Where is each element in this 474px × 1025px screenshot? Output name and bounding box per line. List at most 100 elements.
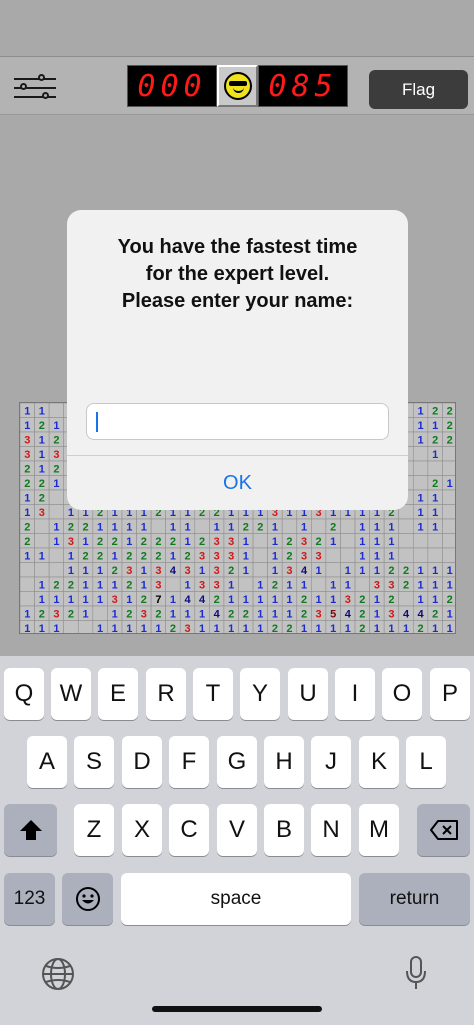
key-x[interactable]: X bbox=[122, 804, 162, 856]
board-cell[interactable] bbox=[252, 547, 268, 563]
board-cell[interactable] bbox=[165, 576, 181, 592]
key-u[interactable]: U bbox=[288, 668, 328, 720]
board-cell[interactable] bbox=[412, 475, 429, 491]
key-q[interactable]: Q bbox=[4, 668, 44, 720]
ok-button[interactable]: OK bbox=[67, 456, 408, 510]
board-cell[interactable] bbox=[281, 518, 298, 534]
space-key[interactable]: space bbox=[121, 873, 351, 925]
key-v[interactable]: V bbox=[217, 804, 257, 856]
board-cell[interactable] bbox=[340, 518, 356, 534]
key-k[interactable]: K bbox=[359, 736, 399, 788]
board-cell[interactable] bbox=[252, 562, 268, 578]
key-e[interactable]: E bbox=[98, 668, 138, 720]
new-game-face-button[interactable] bbox=[217, 65, 258, 107]
board-cell[interactable] bbox=[20, 591, 35, 607]
board-cell[interactable] bbox=[340, 547, 356, 563]
cell-number: 1 bbox=[53, 420, 59, 432]
cell-number: 1 bbox=[330, 579, 336, 591]
key-s[interactable]: S bbox=[74, 736, 114, 788]
dictation-button[interactable] bbox=[398, 953, 434, 993]
name-input[interactable] bbox=[86, 403, 389, 440]
board-cell[interactable] bbox=[48, 504, 64, 520]
cell-number: 3 bbox=[155, 565, 161, 577]
board-cell[interactable] bbox=[398, 533, 414, 549]
key-a[interactable]: A bbox=[27, 736, 67, 788]
board-cell[interactable] bbox=[442, 533, 456, 549]
globe-button[interactable] bbox=[39, 955, 77, 993]
board-cell[interactable] bbox=[48, 403, 64, 418]
board-cell[interactable] bbox=[442, 547, 456, 563]
board-cell[interactable] bbox=[427, 460, 443, 476]
key-t[interactable]: T bbox=[193, 668, 233, 720]
key-f[interactable]: F bbox=[169, 736, 209, 788]
board-cell[interactable] bbox=[412, 460, 429, 476]
key-l[interactable]: L bbox=[406, 736, 446, 788]
board-cell[interactable] bbox=[34, 518, 50, 534]
board-cell[interactable] bbox=[442, 518, 456, 534]
key-y[interactable]: Y bbox=[240, 668, 280, 720]
board-cell[interactable] bbox=[354, 576, 370, 592]
cell-number: 1 bbox=[432, 492, 438, 504]
board-cell[interactable] bbox=[311, 576, 327, 592]
key-z[interactable]: Z bbox=[74, 804, 114, 856]
board-cell[interactable] bbox=[412, 533, 429, 549]
cell-number: 2 bbox=[359, 623, 365, 634]
key-n[interactable]: N bbox=[311, 804, 351, 856]
board-cell[interactable] bbox=[398, 518, 414, 534]
delete-key[interactable] bbox=[417, 804, 470, 856]
cell-number: 1 bbox=[418, 579, 424, 591]
board-cell[interactable] bbox=[340, 533, 356, 549]
key-m[interactable]: M bbox=[359, 804, 399, 856]
board-cell[interactable] bbox=[194, 518, 210, 534]
board-cell[interactable] bbox=[34, 533, 50, 549]
cell-number: 1 bbox=[345, 565, 351, 577]
cell-number: 1 bbox=[432, 623, 438, 634]
board-cell[interactable] bbox=[63, 620, 79, 635]
board-cell[interactable] bbox=[48, 547, 64, 563]
key-c[interactable]: C bbox=[169, 804, 209, 856]
cell-number: 2 bbox=[272, 623, 278, 634]
board-cell[interactable] bbox=[427, 533, 443, 549]
shift-key[interactable] bbox=[4, 804, 57, 856]
key-j[interactable]: J bbox=[311, 736, 351, 788]
board-cell[interactable] bbox=[20, 562, 35, 578]
key-r[interactable]: R bbox=[146, 668, 186, 720]
board-cell[interactable] bbox=[442, 446, 456, 462]
board-cell[interactable] bbox=[412, 547, 429, 563]
flag-mode-button[interactable]: Flag bbox=[369, 70, 468, 109]
key-g[interactable]: G bbox=[217, 736, 257, 788]
board-cell[interactable] bbox=[150, 518, 166, 534]
board-cell[interactable] bbox=[325, 562, 341, 578]
board-cell[interactable] bbox=[48, 489, 64, 505]
board-cell[interactable] bbox=[427, 547, 443, 563]
key-label: P bbox=[441, 680, 458, 707]
cell-number: 2 bbox=[24, 463, 30, 475]
cell-number: 1 bbox=[24, 507, 30, 519]
numbers-key[interactable]: 123 bbox=[4, 873, 55, 925]
board-cell[interactable] bbox=[48, 562, 64, 578]
board-cell[interactable] bbox=[398, 547, 414, 563]
board-cell[interactable] bbox=[252, 533, 268, 549]
key-p[interactable]: P bbox=[430, 668, 470, 720]
board-cell[interactable] bbox=[20, 576, 35, 592]
board-cell[interactable] bbox=[398, 591, 414, 607]
board-cell[interactable] bbox=[325, 547, 341, 563]
settings-button[interactable] bbox=[14, 72, 56, 104]
board-cell[interactable] bbox=[442, 504, 456, 520]
key-h[interactable]: H bbox=[264, 736, 304, 788]
return-key[interactable]: return bbox=[359, 873, 470, 925]
board-cell[interactable] bbox=[412, 446, 429, 462]
key-d[interactable]: D bbox=[122, 736, 162, 788]
emoji-key[interactable] bbox=[62, 873, 113, 925]
board-cell[interactable] bbox=[238, 576, 254, 592]
board-cell[interactable] bbox=[34, 562, 50, 578]
board-cell[interactable] bbox=[311, 518, 327, 534]
board-cell[interactable] bbox=[77, 620, 94, 635]
board-cell[interactable] bbox=[92, 605, 108, 621]
key-i[interactable]: I bbox=[335, 668, 375, 720]
key-o[interactable]: O bbox=[382, 668, 422, 720]
board-cell[interactable] bbox=[442, 489, 456, 505]
key-w[interactable]: W bbox=[51, 668, 91, 720]
key-b[interactable]: B bbox=[264, 804, 304, 856]
board-cell[interactable] bbox=[442, 460, 456, 476]
